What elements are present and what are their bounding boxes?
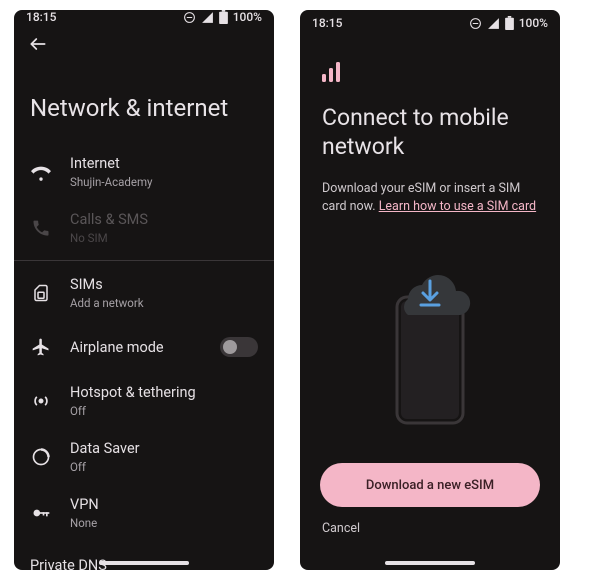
row-title: VPN [70, 496, 258, 513]
body-text: Download your eSIM or insert a SIM card … [322, 180, 538, 218]
row-sub: Off [70, 460, 258, 474]
vpn-key-icon [30, 503, 52, 523]
do-not-disturb-icon [183, 11, 196, 24]
row-data-saver[interactable]: Data Saver Off [14, 429, 274, 485]
row-internet[interactable]: Internet Shujin-Academy [14, 144, 274, 200]
signal-icon [201, 11, 214, 24]
airplane-icon [30, 337, 52, 357]
row-sub: Shujin-Academy [70, 175, 258, 189]
row-sub: Add a network [70, 296, 258, 310]
divider [14, 260, 274, 261]
page-title: Connect to mobile network [322, 104, 538, 162]
status-bar: 18:15 100% [14, 10, 274, 24]
signal-bars-icon [322, 60, 538, 86]
download-esim-button[interactable]: Download a new eSIM [320, 463, 540, 507]
row-sims[interactable]: SIMs Add a network [14, 265, 274, 321]
primary-cta-label: Download a new eSIM [366, 478, 494, 493]
phone-sms-icon [30, 218, 52, 238]
row-title: Hotspot & tethering [70, 384, 258, 401]
row-vpn[interactable]: VPN None [14, 485, 274, 541]
page-title: Network & internet [14, 58, 274, 144]
row-sub: No SIM [70, 231, 258, 245]
data-saver-icon [30, 447, 52, 467]
status-right: 100% [183, 10, 262, 24]
status-bar: 18:15 100% [300, 10, 560, 36]
back-button[interactable] [14, 24, 274, 58]
row-sub: Off [70, 404, 258, 418]
row-title: Airplane mode [70, 339, 202, 356]
row-calls-sms: Calls & SMS No SIM [14, 200, 274, 256]
status-time: 18:15 [312, 16, 342, 30]
battery-icon [219, 10, 228, 24]
learn-sim-link[interactable]: Learn how to use a SIM card [379, 199, 536, 214]
status-right: 100% [469, 16, 548, 30]
battery-pct: 100% [519, 16, 548, 30]
signal-icon [487, 17, 500, 30]
nav-home-pill[interactable] [385, 561, 475, 565]
airplane-switch[interactable] [220, 337, 258, 357]
esim-illustration [322, 225, 538, 463]
row-airplane-mode[interactable]: Airplane mode [14, 321, 274, 373]
settings-list: Internet Shujin-Academy Calls & SMS No S… [14, 144, 274, 570]
arrow-back-icon [28, 34, 48, 54]
battery-pct: 100% [233, 10, 262, 24]
do-not-disturb-icon [469, 17, 482, 30]
row-title: Calls & SMS [70, 211, 258, 228]
status-time: 18:15 [26, 10, 56, 24]
nav-home-pill[interactable] [99, 561, 189, 565]
row-hotspot[interactable]: Hotspot & tethering Off [14, 373, 274, 429]
row-sub: None [70, 516, 258, 530]
row-private-dns[interactable]: Private DNS [14, 547, 274, 570]
hotspot-icon [30, 391, 52, 411]
battery-icon [505, 16, 514, 30]
wifi-icon [30, 162, 52, 182]
row-title: Internet [70, 155, 258, 172]
row-title: Data Saver [70, 440, 258, 457]
settings-network-screen: 18:15 100% Network & internet Internet S… [14, 10, 274, 570]
connect-mobile-screen: 18:15 100% Connect to mobile network Dow… [300, 10, 560, 570]
row-title: SIMs [70, 276, 258, 293]
sim-card-icon [30, 284, 52, 302]
